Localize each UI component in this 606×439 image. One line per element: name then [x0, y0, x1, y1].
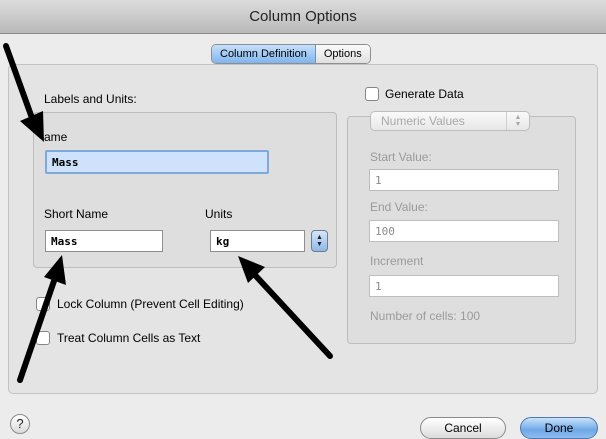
treat-as-text-checkbox[interactable]: [36, 331, 50, 345]
name-label: ame: [44, 130, 68, 144]
tab-column-definition[interactable]: Column Definition: [212, 45, 316, 63]
generate-data-label[interactable]: Generate Data: [385, 87, 464, 101]
stepper-up-icon: ▲: [316, 234, 323, 241]
labels-units-heading: Labels and Units:: [44, 92, 137, 106]
end-value-field[interactable]: 100: [369, 220, 559, 242]
tab-options[interactable]: Options: [315, 45, 370, 63]
done-button[interactable]: Done: [520, 417, 598, 439]
start-value-field[interactable]: 1: [369, 169, 559, 191]
short-name-field[interactable]: Mass: [45, 230, 163, 252]
data-type-value: Numeric Values: [381, 114, 465, 128]
tab-switcher: Column Definition Options: [211, 44, 371, 64]
start-value-label: Start Value:: [370, 150, 432, 164]
increment-field[interactable]: 1: [369, 275, 559, 297]
popup-arrows-icon: ▲ ▼: [506, 112, 529, 130]
cell-count-text: Number of cells: 100: [370, 309, 481, 323]
stepper-down-icon: ▼: [316, 241, 323, 248]
data-type-popup[interactable]: Numeric Values ▲ ▼: [370, 111, 530, 131]
lock-column-label[interactable]: Lock Column (Prevent Cell Editing): [57, 297, 244, 311]
units-stepper[interactable]: ▲ ▼: [311, 230, 328, 252]
generate-data-checkbox[interactable]: [365, 87, 379, 101]
units-field[interactable]: kg: [210, 230, 305, 252]
end-value-label: End Value:: [370, 200, 428, 214]
cancel-button[interactable]: Cancel: [420, 417, 506, 439]
title-bar: Column Options: [0, 0, 606, 34]
help-button[interactable]: ?: [10, 414, 30, 434]
treat-as-text-label[interactable]: Treat Column Cells as Text: [57, 331, 200, 345]
short-name-label: Short Name: [44, 207, 109, 221]
window-title: Column Options: [249, 8, 357, 25]
lock-column-checkbox[interactable]: [36, 297, 50, 311]
units-label: Units: [205, 207, 233, 221]
increment-label: Increment: [370, 254, 424, 268]
name-field[interactable]: Mass: [45, 150, 269, 174]
